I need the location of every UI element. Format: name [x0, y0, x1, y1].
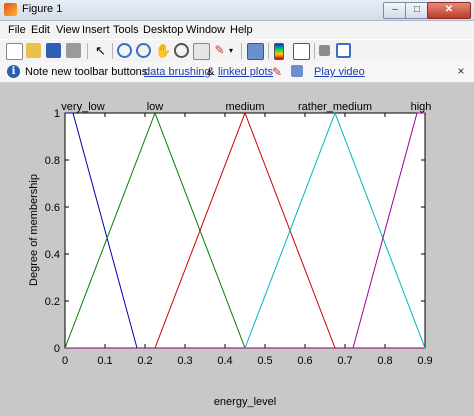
toolbar-separator [268, 43, 269, 59]
save-icon[interactable] [46, 43, 61, 58]
menu-file[interactable]: File [8, 24, 26, 36]
print-icon[interactable] [66, 43, 81, 58]
series-label: low [147, 101, 164, 113]
edit-plot-icon[interactable]: ↖ [93, 43, 108, 58]
show-plot-tools-icon[interactable] [336, 43, 351, 58]
toolbar-separator [241, 43, 242, 59]
y-tick-label: 0.8 [45, 155, 60, 167]
info-ampersand: & [207, 66, 215, 78]
title-bar: Figure 1 – □ ✕ [0, 0, 474, 21]
data-cursor-icon[interactable] [193, 43, 210, 60]
figure-window: Figure 1 – □ ✕ File Edit View Insert Too… [0, 0, 474, 416]
x-tick-label: 0.3 [177, 355, 192, 367]
y-tick-label: 0.4 [45, 249, 60, 261]
toolbar-separator [87, 43, 88, 59]
menu-tools[interactable]: Tools [113, 24, 139, 36]
y-tick-label: 0.2 [45, 296, 60, 308]
maximize-button[interactable]: □ [405, 2, 429, 19]
matlab-icon [4, 3, 17, 16]
figure-toolbar: ↖ ✋ ✎ ▾ [0, 39, 474, 63]
series-label: medium [225, 101, 264, 113]
menu-view[interactable]: View [56, 24, 80, 36]
menu-help[interactable]: Help [230, 24, 253, 36]
insert-legend-icon[interactable] [293, 43, 310, 60]
menu-edit[interactable]: Edit [31, 24, 50, 36]
x-tick-label: 0.5 [257, 355, 272, 367]
brush-icon[interactable]: ✎ [212, 43, 227, 58]
new-figure-icon[interactable] [6, 43, 23, 60]
window-title: Figure 1 [22, 3, 63, 15]
close-icon[interactable]: × [454, 64, 468, 78]
toolbar-separator [112, 43, 113, 59]
info-icon: i [7, 65, 20, 78]
zoom-out-icon[interactable] [136, 43, 151, 58]
axes-box [64, 112, 426, 349]
linked-plots-link[interactable]: linked plots [218, 66, 273, 78]
x-axis-label: energy_level [214, 396, 276, 408]
close-button[interactable]: ✕ [427, 2, 471, 19]
rotate-3d-icon[interactable] [174, 43, 189, 58]
toolbar-separator [314, 43, 315, 59]
link-icon[interactable] [247, 43, 264, 60]
x-tick-label: 0.9 [417, 355, 432, 367]
x-tick-label: 0.1 [97, 355, 112, 367]
menu-desktop[interactable]: Desktop [143, 24, 183, 36]
insert-colorbar-icon[interactable] [274, 43, 284, 60]
brush-icon: ✎ [272, 65, 283, 79]
x-tick-label: 0.8 [377, 355, 392, 367]
series-label: very_low [61, 101, 104, 113]
series-label: rather_medium [298, 101, 372, 113]
x-tick-label: 0.7 [337, 355, 352, 367]
x-tick-label: 0.2 [137, 355, 152, 367]
menu-insert[interactable]: Insert [82, 24, 110, 36]
x-tick-label: 0.6 [297, 355, 312, 367]
membership-plot: 0 0.1 0.2 0.3 0.4 0.5 0.6 0.7 0.8 0.9 0 0.2 0.4 0.6 0.… [28, 101, 433, 408]
data-brushing-link[interactable]: data brushing [144, 66, 211, 78]
info-message: Note new toolbar buttons: [25, 66, 151, 78]
figure-canvas: 0 0.1 0.2 0.3 0.4 0.5 0.6 0.7 0.8 0.9 0 0.2 0.4 0.6 0.… [0, 83, 474, 416]
hide-plot-tools-icon[interactable] [319, 45, 330, 56]
y-tick-label: 0.6 [45, 202, 60, 214]
y-tick-label: 0 [54, 343, 60, 355]
menu-bar: File Edit View Insert Tools Desktop Wind… [0, 21, 474, 39]
open-file-icon[interactable] [26, 43, 41, 58]
y-axis-label: Degree of membership [28, 174, 40, 286]
x-tick-label: 0 [62, 355, 68, 367]
menu-window[interactable]: Window [186, 24, 225, 36]
info-bar: i Note new toolbar buttons: data brushin… [0, 62, 474, 83]
series-label: high [411, 101, 432, 113]
zoom-in-icon[interactable] [117, 43, 132, 58]
x-tick-label: 0.4 [217, 355, 232, 367]
link-icon [291, 65, 303, 77]
pan-icon[interactable]: ✋ [155, 43, 171, 58]
play-video-link[interactable]: Play video [314, 66, 365, 78]
minimize-button[interactable]: – [383, 2, 407, 19]
y-tick-label: 1 [54, 108, 60, 120]
